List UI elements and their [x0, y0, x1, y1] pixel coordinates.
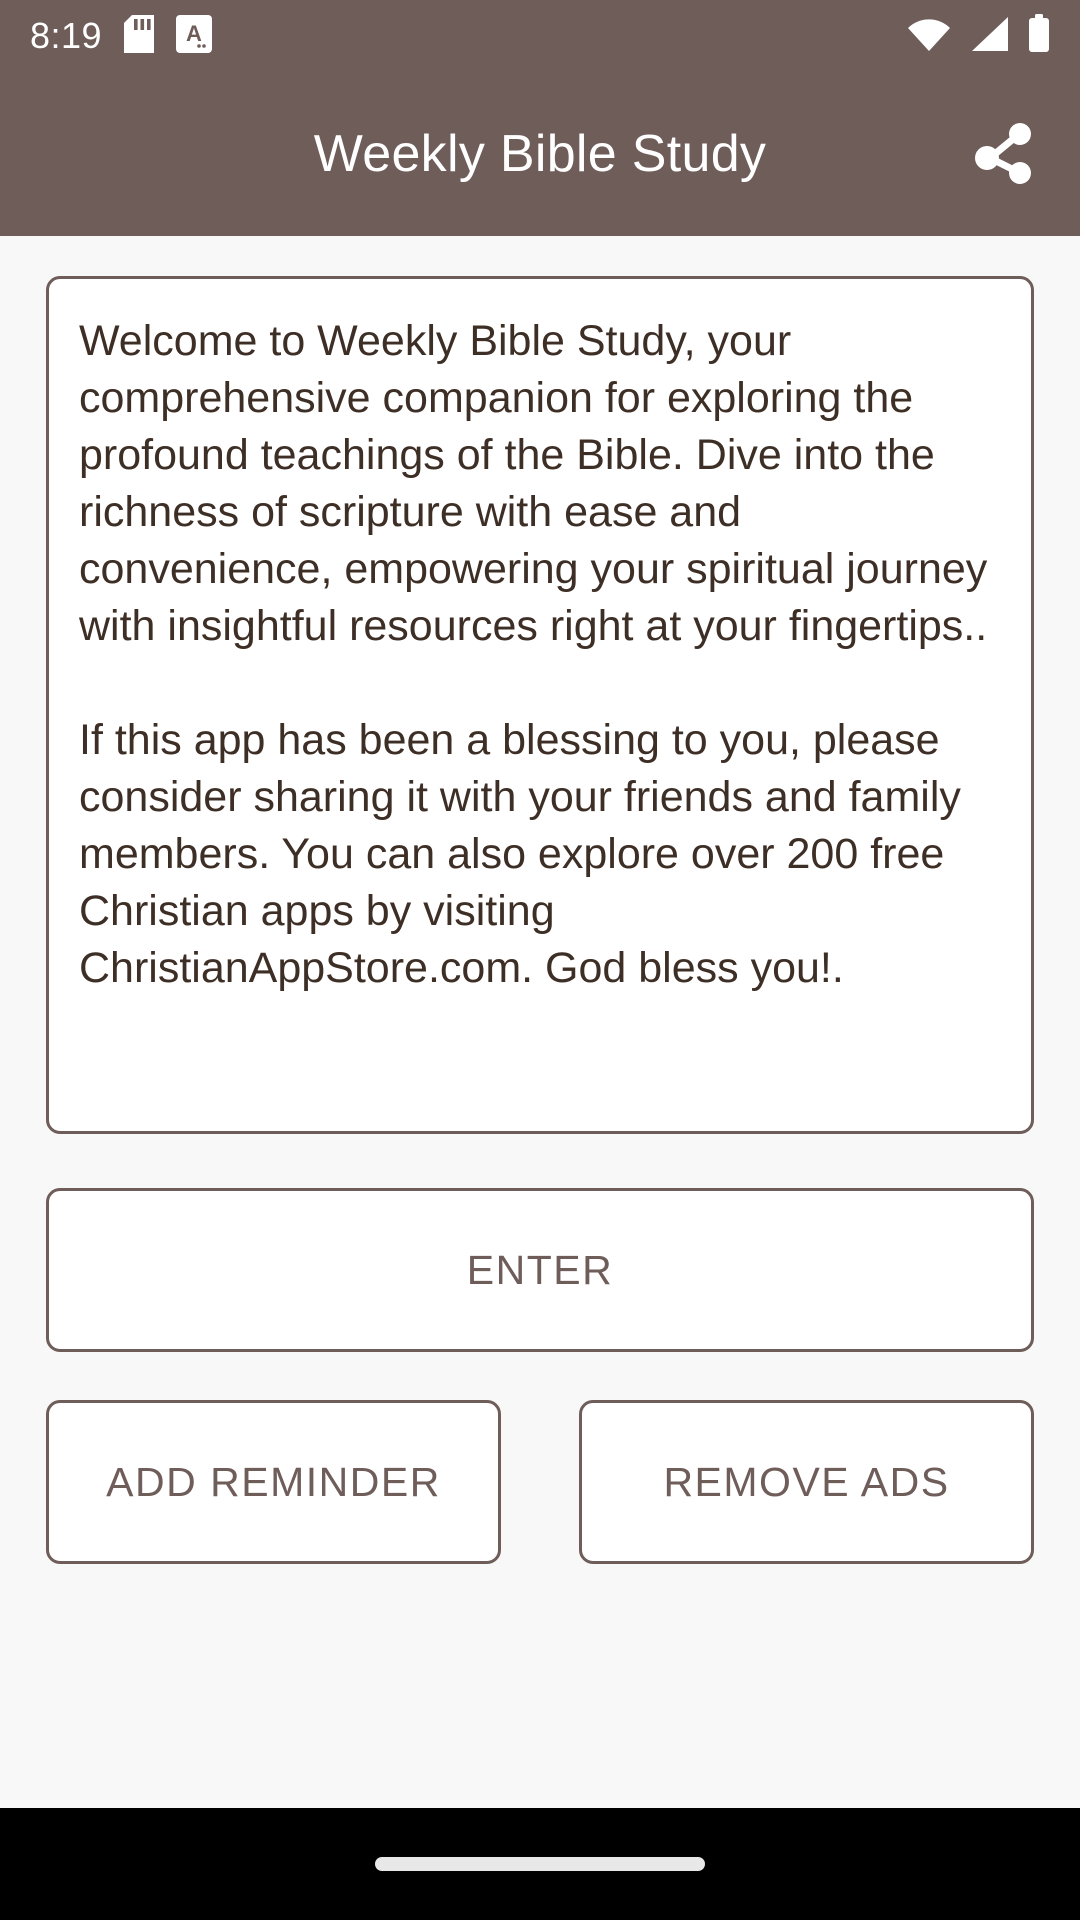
welcome-text-block: Welcome to Weekly Bible Study, your comp… [79, 313, 1001, 997]
welcome-card: Welcome to Weekly Bible Study, your comp… [46, 276, 1034, 1134]
screenshot-a-icon: A [176, 14, 213, 58]
status-bar: 8:19 A [0, 0, 1080, 72]
battery-icon [1026, 13, 1052, 59]
remove-ads-button[interactable]: REMOVE ADS [579, 1400, 1034, 1564]
welcome-paragraph-2: If this app has been a blessing to you, … [79, 716, 961, 992]
secondary-button-row: ADD REMINDER REMOVE ADS [46, 1400, 1034, 1564]
share-icon [970, 118, 1038, 191]
status-bar-clock: 8:19 [30, 15, 103, 56]
home-gesture-pill[interactable] [375, 1857, 705, 1871]
enter-button[interactable]: ENTER [46, 1188, 1034, 1352]
add-reminder-button[interactable]: ADD REMINDER [46, 1400, 501, 1564]
share-button[interactable] [956, 106, 1052, 202]
wifi-icon [906, 15, 952, 58]
main-content: Welcome to Weekly Bible Study, your comp… [0, 236, 1080, 1808]
welcome-paragraph-1: Welcome to Weekly Bible Study, your comp… [79, 317, 988, 650]
app-bar: Weekly Bible Study [0, 72, 1080, 236]
status-bar-left-group: 8:19 A [30, 14, 213, 58]
app-screen: 8:19 A Weekly Bible Study Welcome to Wee… [0, 0, 1080, 1920]
page-title: Weekly Bible Study [313, 125, 767, 183]
cellular-signal-icon [968, 15, 1010, 58]
system-navigation-bar [0, 1808, 1080, 1920]
sd-card-icon [124, 14, 155, 58]
status-bar-right-group [906, 13, 1052, 59]
svg-text:A: A [186, 21, 202, 46]
